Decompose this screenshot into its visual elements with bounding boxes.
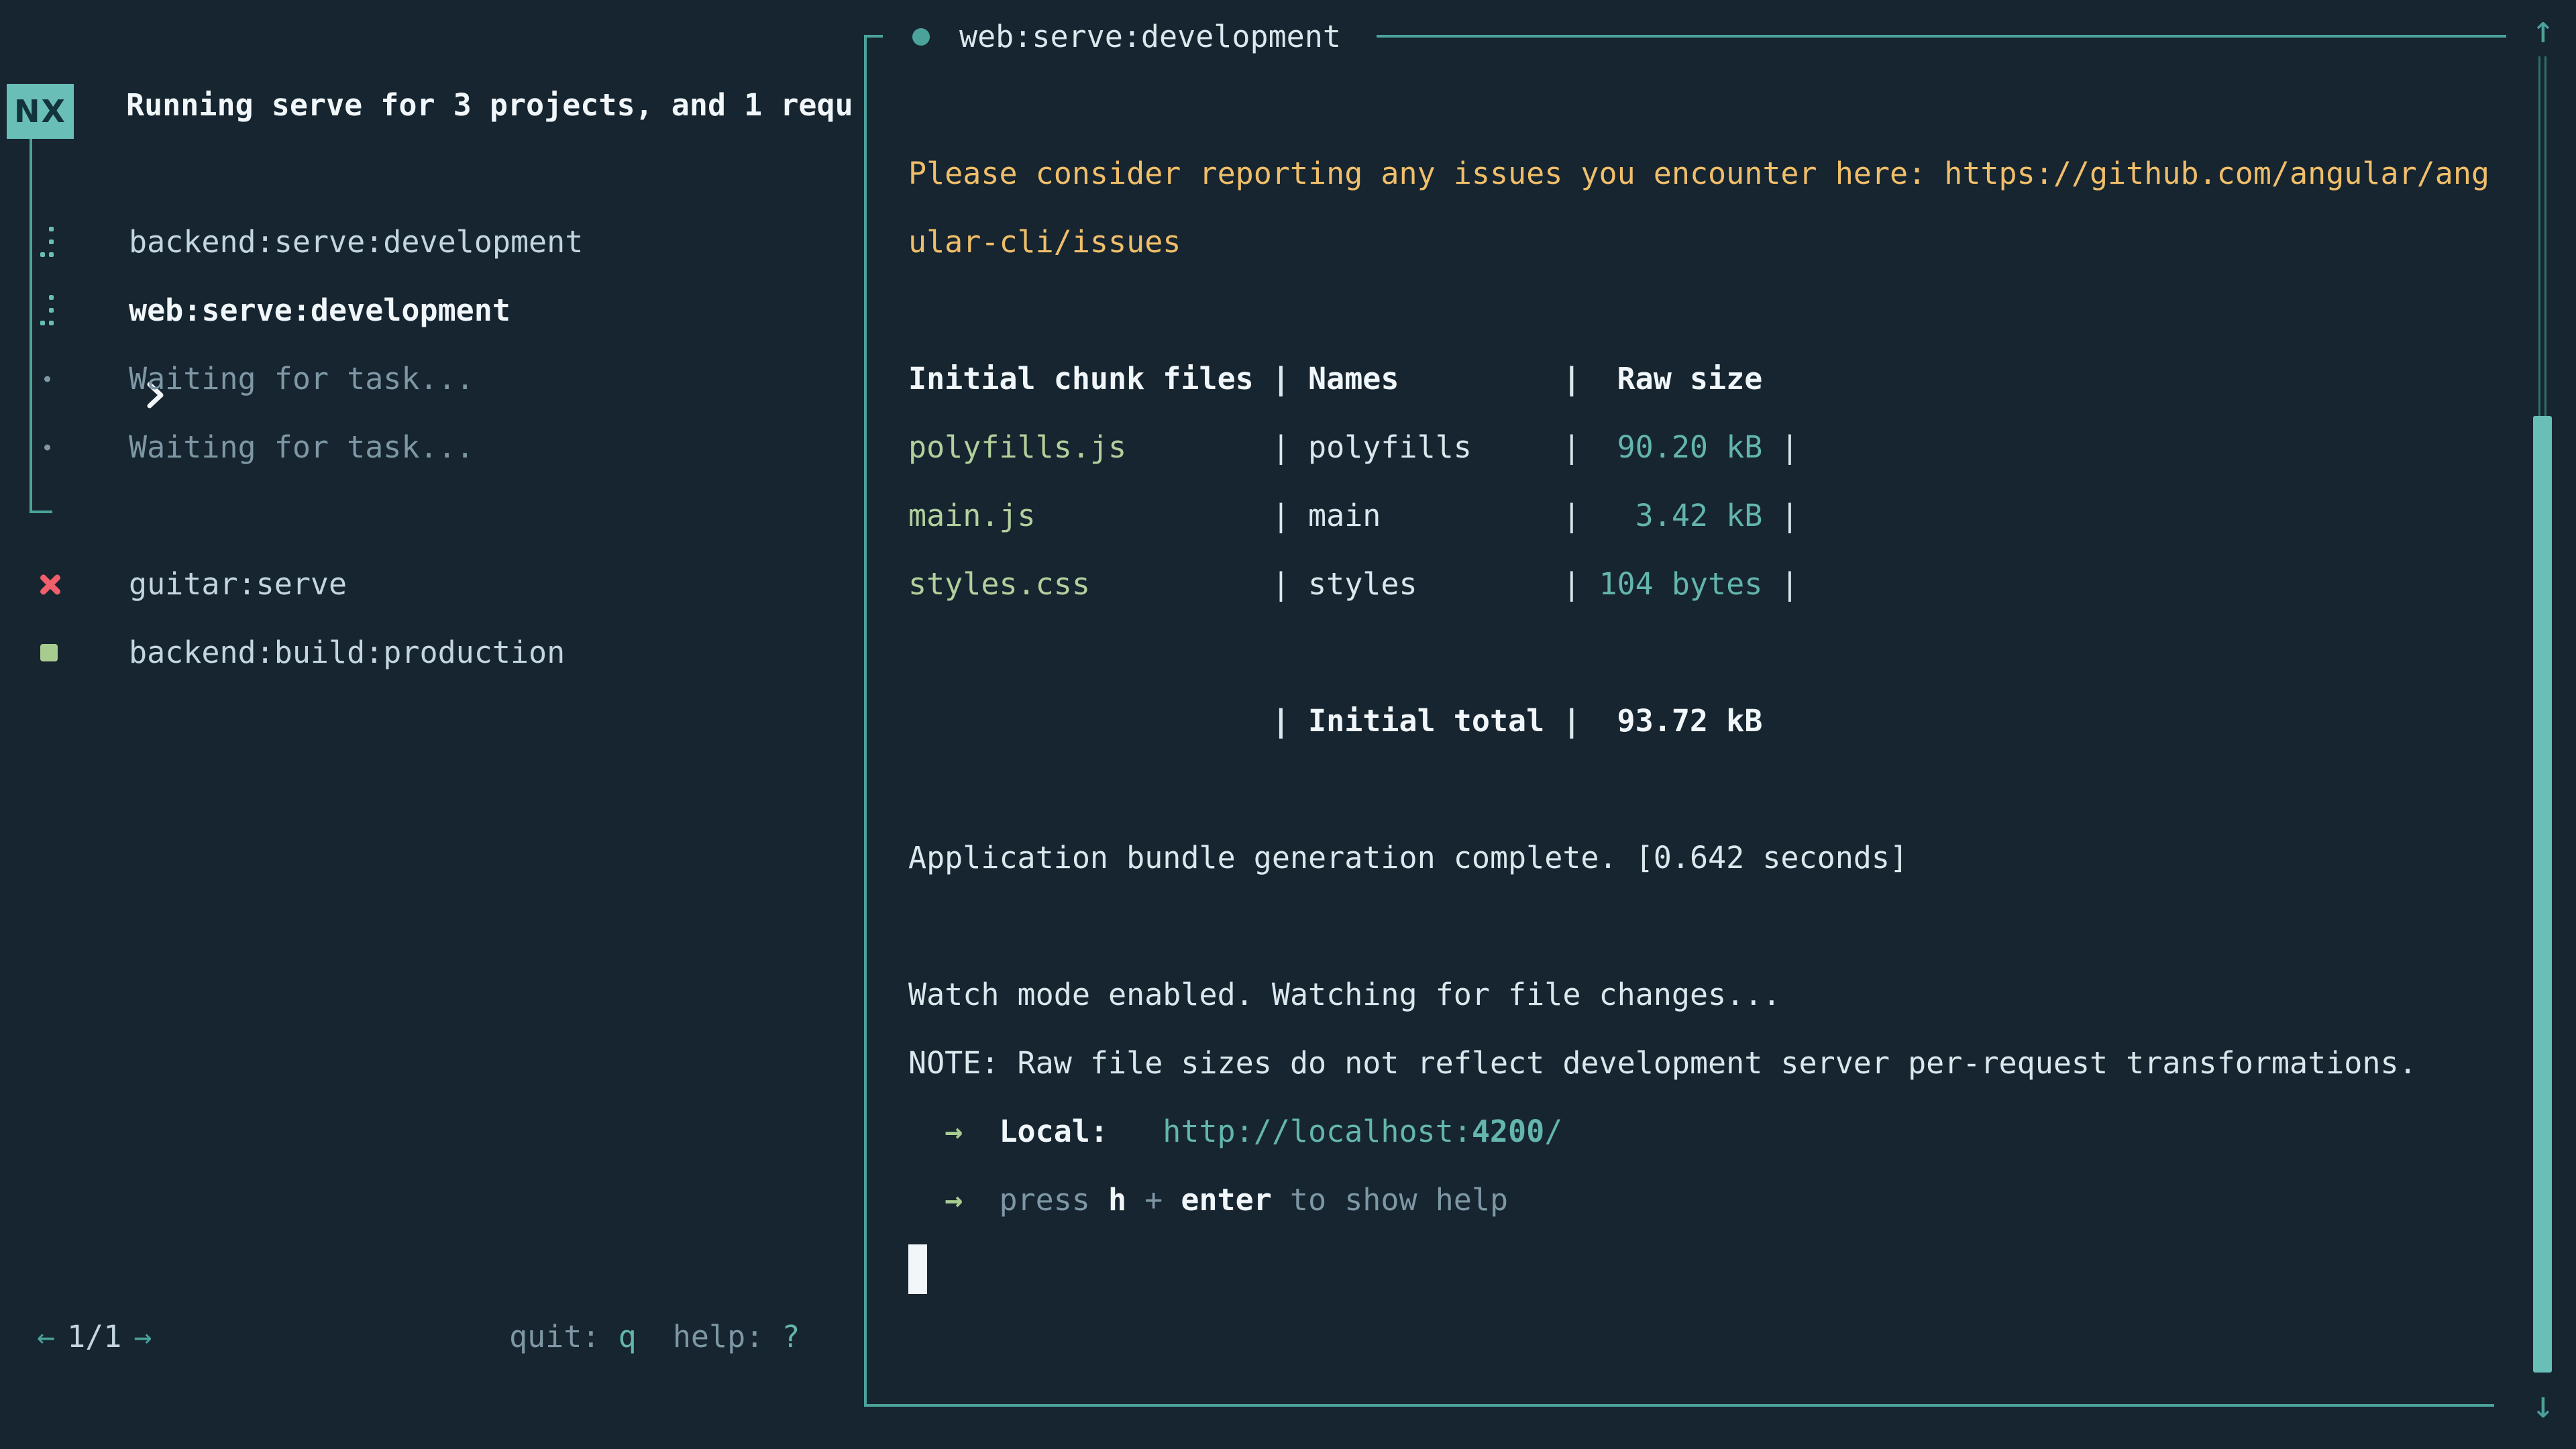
column-separator: |	[1272, 345, 1308, 413]
arrow-icon: →	[945, 1166, 963, 1234]
spinner-icon	[40, 227, 54, 258]
column-separator: |	[1562, 345, 1599, 413]
arrow-icon: →	[945, 1097, 963, 1166]
header-size-col: Raw size	[1599, 345, 1762, 413]
sidebar-header-text: Running serve for 3 projects, and 1 requ	[126, 71, 853, 140]
chunk-size: 90.20 kB	[1599, 413, 1762, 482]
notice-text[interactable]: Please consider reporting any issues you…	[908, 140, 2489, 208]
success-square-icon	[40, 644, 58, 661]
task-row-waiting-1[interactable]: Waiting for task...	[0, 345, 863, 413]
chunk-file: styles.css	[908, 550, 1272, 619]
task-label: backend:serve:development	[129, 208, 583, 276]
panel-title: web:serve:development	[959, 3, 1341, 71]
pager-label: 1/1	[67, 1303, 121, 1371]
column-separator: |	[1562, 413, 1599, 482]
task-row-web-serve[interactable]: web:serve:development	[0, 276, 863, 345]
chunk-file: polyfills.js	[908, 413, 1272, 482]
chunk-name: polyfills	[1308, 413, 1562, 482]
help-suffix-text: to show help	[1272, 1166, 1508, 1234]
task-label: backend:build:production	[129, 619, 565, 687]
scrollbar-thumb[interactable]	[2533, 416, 2552, 1373]
help-plus: +	[1126, 1166, 1181, 1234]
task-row-guitar-serve[interactable]: guitar:serve	[0, 550, 863, 619]
chunk-name: main	[1308, 482, 1562, 550]
column-separator: |	[1762, 482, 1799, 550]
chunk-file: main.js	[908, 482, 1272, 550]
local-label: Local:	[999, 1097, 1108, 1166]
task-row-waiting-2[interactable]: Waiting for task...	[0, 413, 863, 482]
chunk-table-row: polyfills.js|polyfills|90.20 kB|	[908, 413, 1799, 482]
quit-key: q	[619, 1303, 637, 1371]
chunk-table-row: main.js|main|3.42 kB|	[908, 482, 1799, 550]
scroll-down-arrow-icon[interactable]: ↓	[2520, 1375, 2567, 1436]
note-line: NOTE: Raw file sizes do not reflect deve…	[908, 1029, 2417, 1097]
watch-mode-text: Watch mode enabled. Watching for file ch…	[908, 961, 1780, 1029]
nx-terminal-ui: NX Running serve for 3 projects, and 1 r…	[0, 0, 2576, 1449]
column-separator: |	[1272, 550, 1308, 619]
shortcut-hints: quit: q help: ?	[509, 1303, 800, 1371]
header-file-col: Initial chunk files	[908, 345, 1272, 413]
panel-bottom-border	[864, 1404, 2494, 1407]
quit-hint-label: quit:	[509, 1303, 619, 1371]
nx-logo: NX	[7, 84, 74, 139]
column-separator: |	[1562, 687, 1599, 755]
sidebar-header: Running serve for 3 projects, and 1 requ	[126, 71, 853, 140]
notice-line-2: ular-cli/issues	[908, 208, 1181, 276]
task-label-selected: web:serve:development	[129, 276, 511, 345]
terminal-cursor	[908, 1244, 927, 1294]
note-text: NOTE: Raw file sizes do not reflect deve…	[908, 1029, 2417, 1097]
panel-left-border	[864, 35, 867, 1407]
local-url-port: 4200	[1472, 1114, 1544, 1149]
notice-line-1: Please consider reporting any issues you…	[908, 140, 2489, 208]
column-separator: |	[1272, 687, 1308, 755]
panel-top-border	[1377, 35, 2506, 38]
notice-text[interactable]: ular-cli/issues	[908, 208, 1181, 276]
spinner-icon	[40, 295, 54, 326]
waiting-dot-icon	[44, 445, 50, 451]
running-bullet-icon	[912, 28, 930, 46]
error-x-icon	[38, 572, 63, 597]
task-row-backend-build[interactable]: backend:build:production	[0, 619, 863, 687]
waiting-dot-icon	[44, 376, 50, 382]
local-url[interactable]: http://localhost:4200/	[1163, 1097, 1562, 1166]
column-separator: |	[1272, 413, 1308, 482]
task-label: Waiting for task...	[129, 345, 474, 413]
chunk-name: styles	[1308, 550, 1562, 619]
pager-prev-arrow-icon[interactable]: ←	[37, 1303, 55, 1371]
chunk-table-header: Initial chunk files|Names|Raw size	[908, 345, 1762, 413]
help-key: ?	[782, 1303, 800, 1371]
help-press-text: press	[999, 1166, 1108, 1234]
panel-title-row: web:serve:development	[912, 3, 1341, 71]
column-separator: |	[1762, 550, 1799, 619]
column-separator: |	[1562, 482, 1599, 550]
help-hint-label: help:	[637, 1303, 782, 1371]
help-hint-line: → press h + enter to show help	[908, 1166, 1508, 1234]
pager: ← 1/1 →	[37, 1303, 152, 1371]
bundle-complete-line: Application bundle generation complete. …	[908, 824, 1908, 892]
total-label: Initial total	[1308, 687, 1562, 755]
task-row-backend-serve[interactable]: backend:serve:development	[0, 208, 863, 276]
scroll-up-arrow-icon[interactable]: ↑	[2520, 0, 2567, 60]
chunk-size: 104 bytes	[1599, 550, 1762, 619]
header-names-col: Names	[1308, 345, 1562, 413]
local-url-line: → Local: http://localhost:4200/	[908, 1097, 1562, 1166]
task-label: guitar:serve	[129, 550, 347, 619]
help-key-enter: enter	[1181, 1166, 1271, 1234]
selected-chevron-icon	[1, 297, 19, 325]
column-separator: |	[1272, 482, 1308, 550]
task-sidebar: NX Running serve for 3 projects, and 1 r…	[0, 0, 863, 1449]
help-key-h: h	[1108, 1166, 1126, 1234]
tree-connector-foot	[30, 511, 52, 513]
chunk-size: 3.42 kB	[1599, 482, 1762, 550]
bundle-complete-text: Application bundle generation complete. …	[908, 824, 1908, 892]
watch-mode-line: Watch mode enabled. Watching for file ch…	[908, 961, 1780, 1029]
chunk-table-row: styles.css|styles|104 bytes|	[908, 550, 1799, 619]
column-separator: |	[1762, 413, 1799, 482]
initial-total-row: |Initial total|93.72 kB	[908, 687, 1762, 755]
pager-next-arrow-icon[interactable]: →	[133, 1303, 152, 1371]
task-label: Waiting for task...	[129, 413, 474, 482]
panel-top-border-stub	[864, 35, 883, 38]
total-size: 93.72 kB	[1599, 687, 1762, 755]
column-separator: |	[1562, 550, 1599, 619]
